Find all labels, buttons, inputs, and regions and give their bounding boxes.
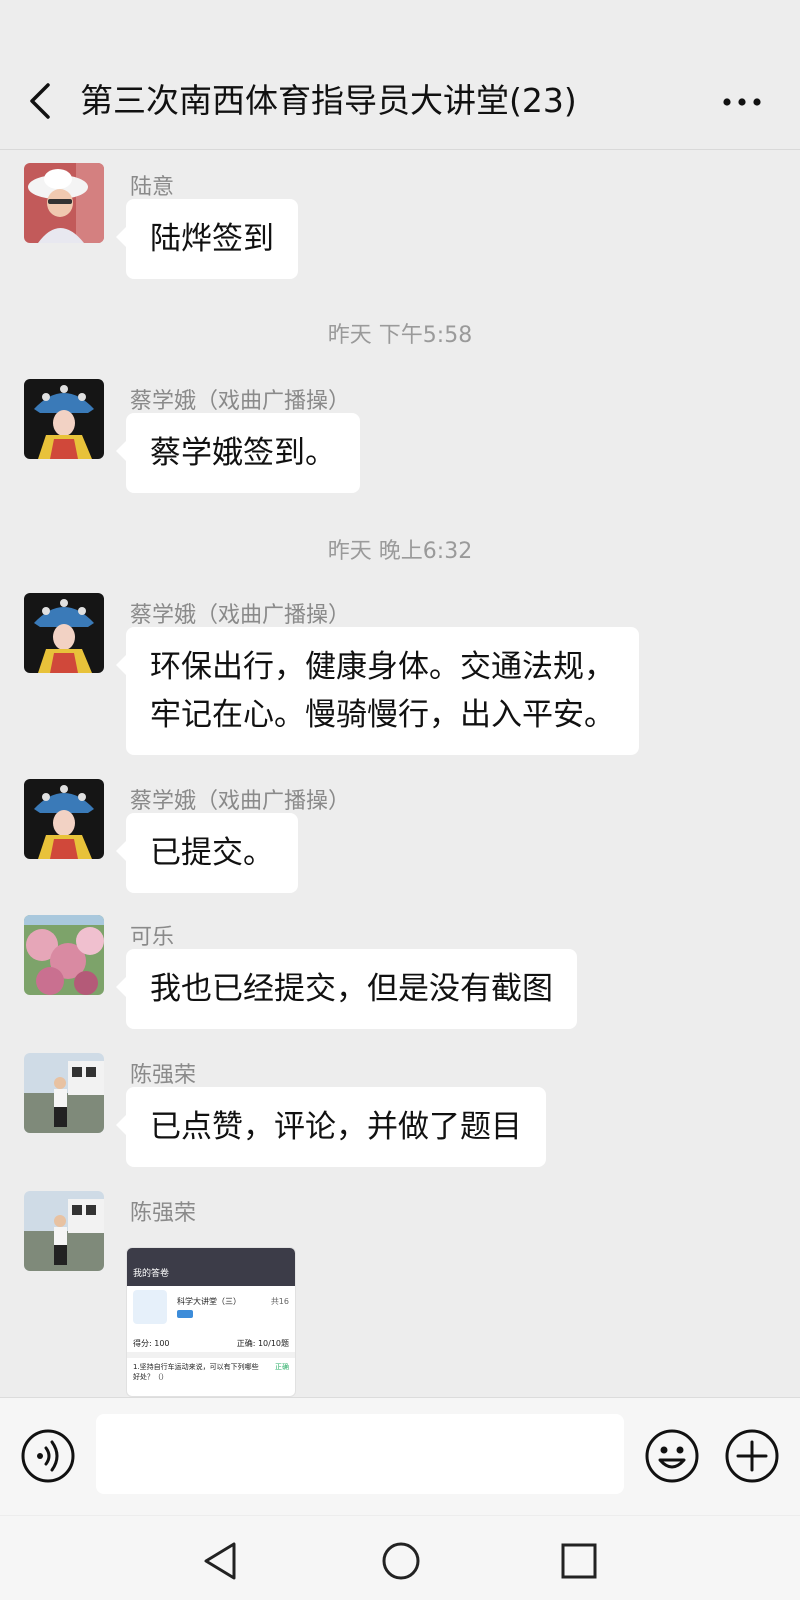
message-line: 环保出行，健康身体。交通法规，: [150, 649, 615, 685]
avatar[interactable]: [24, 593, 104, 673]
more-functions-button[interactable]: [724, 1428, 780, 1484]
message-bubble[interactable]: 蔡学娥签到。: [116, 413, 360, 493]
screenshot-correct: 正确: 10/10题: [236, 1339, 289, 1348]
message-bubble[interactable]: 已提交。: [116, 813, 298, 893]
more-dots-icon: [723, 98, 761, 106]
screenshot-question: 1.坚持自行车运动来说，可以有下列哪些好处？（）: [133, 1363, 259, 1381]
sender-name: 陈强荣: [130, 1063, 197, 1088]
sender-name: 可乐: [130, 925, 175, 950]
more-button[interactable]: [716, 80, 768, 124]
sender-name: 蔡学娥（戏曲广播操）: [130, 389, 351, 414]
back-button[interactable]: [18, 76, 64, 126]
chat-header: 第三次南西体育指导员大讲堂(23): [0, 0, 800, 150]
message-bubble[interactable]: 我也已经提交，但是没有截图: [116, 949, 577, 1029]
screenshot-score: 得分: 100: [133, 1339, 170, 1348]
system-nav-bar: [0, 1516, 800, 1600]
screenshot-card: 科学大讲堂（三） 共16: [133, 1290, 289, 1338]
voice-icon: [21, 1429, 75, 1483]
square-recent-icon: [561, 1543, 597, 1579]
divider: [127, 1352, 295, 1358]
message-input[interactable]: [96, 1414, 624, 1494]
timestamp: 昨天 晚上6:32: [327, 539, 473, 564]
screenshot-status: 正确: [275, 1363, 289, 1371]
sender-name: 陈强荣: [130, 1201, 197, 1226]
avatar[interactable]: [24, 779, 104, 859]
system-recent-button[interactable]: [556, 1538, 602, 1584]
emoji-icon: [645, 1429, 699, 1483]
plus-circle-icon: [725, 1429, 779, 1483]
voice-button[interactable]: [20, 1428, 76, 1484]
screenshot-image[interactable]: 我的答卷 科学大讲堂（三） 共16 得分: 100 正确: 10/10题 1.坚…: [126, 1247, 296, 1397]
sender-name: 陆意: [130, 175, 175, 200]
input-bar: [0, 1397, 800, 1515]
screenshot-score-row: 得分: 100 正确: 10/10题: [133, 1338, 289, 1349]
emoji-button[interactable]: [644, 1428, 700, 1484]
message-line: 牢记在心。慢骑慢行，出入平安。: [150, 697, 615, 733]
avatar[interactable]: [24, 379, 104, 459]
triangle-back-icon: [204, 1542, 236, 1580]
avatar[interactable]: [24, 1191, 104, 1271]
avatar[interactable]: [24, 1053, 104, 1133]
avatar[interactable]: [24, 915, 104, 995]
screenshot-count: 共16: [270, 1297, 289, 1306]
timestamp: 昨天 下午5:58: [327, 323, 473, 348]
avatar[interactable]: [24, 163, 104, 243]
message-bubble[interactable]: 已点赞，评论，并做了题目: [116, 1087, 546, 1167]
chat-area[interactable]: 陆意 陆烨签到 昨天 下午5:58 蔡学娥（戏曲广播操） 蔡学娥签到。 昨天 晚…: [0, 151, 800, 1397]
sender-name: 蔡学娥（戏曲广播操）: [130, 789, 351, 814]
message-bubble[interactable]: 陆烨签到: [116, 199, 298, 279]
chevron-left-icon: [30, 83, 50, 119]
chat-title: 第三次南西体育指导员大讲堂(23): [80, 81, 577, 120]
circle-home-icon: [382, 1542, 420, 1580]
sender-name: 蔡学娥（戏曲广播操）: [130, 603, 351, 628]
message-bubble[interactable]: 环保出行，健康身体。交通法规， 牢记在心。慢骑慢行，出入平安。: [116, 627, 639, 755]
screenshot-nav-title: 我的答卷: [133, 1269, 170, 1279]
screenshot-header: 我的答卷: [127, 1248, 295, 1286]
screenshot-tag: [177, 1310, 193, 1318]
screenshot-thumbnail: [133, 1290, 167, 1324]
system-back-button[interactable]: [198, 1538, 244, 1584]
screenshot-card-title: 科学大讲堂（三）: [177, 1297, 241, 1306]
system-home-button[interactable]: [378, 1538, 424, 1584]
